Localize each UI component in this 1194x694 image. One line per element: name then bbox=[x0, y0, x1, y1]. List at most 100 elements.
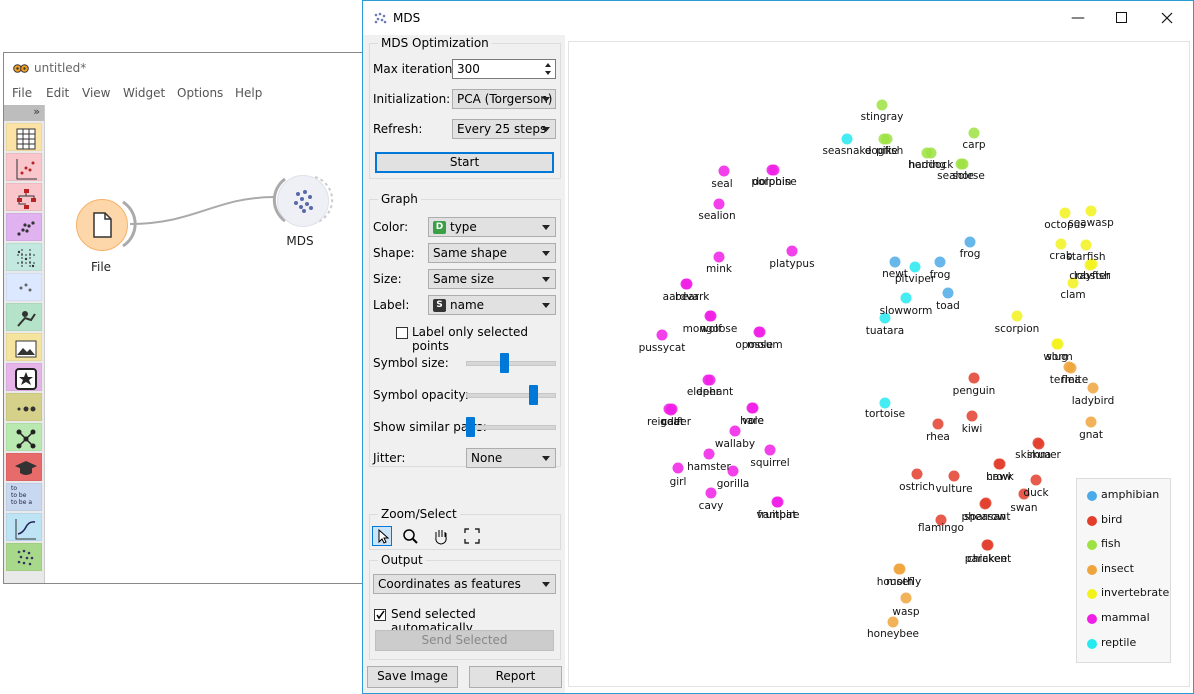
toolbox-category-timeseries[interactable] bbox=[6, 513, 42, 541]
point-seawasp[interactable] bbox=[1085, 205, 1097, 217]
point-squirrel[interactable] bbox=[764, 444, 776, 456]
toolbox-category-dots[interactable] bbox=[6, 393, 42, 421]
point-slowworm[interactable] bbox=[900, 292, 912, 304]
toolbox-category-scatter-dots[interactable] bbox=[6, 213, 42, 241]
label-only-selected-checkbox[interactable] bbox=[396, 327, 408, 339]
point-tortoise[interactable] bbox=[879, 397, 891, 409]
refresh-dropdown[interactable]: Every 25 steps bbox=[452, 119, 556, 139]
point-vampire[interactable] bbox=[772, 496, 784, 508]
output-dropdown[interactable]: Coordinates as features bbox=[373, 574, 556, 594]
point-wasp[interactable] bbox=[900, 592, 912, 604]
mds-titlebar[interactable]: MDS — bbox=[363, 1, 1193, 35]
toolbox-category-education[interactable] bbox=[6, 453, 42, 481]
toolbox-category-text[interactable]: to to be to be a bbox=[6, 483, 42, 511]
show-similar-slider[interactable] bbox=[466, 425, 556, 430]
point-penguin[interactable] bbox=[968, 372, 980, 384]
select-tool-button[interactable] bbox=[372, 526, 392, 546]
point-bear[interactable] bbox=[681, 278, 693, 290]
point-crab[interactable] bbox=[1055, 238, 1067, 250]
point-platypus[interactable] bbox=[786, 245, 798, 257]
menu-widget[interactable]: Widget bbox=[123, 86, 165, 100]
close-button[interactable] bbox=[1145, 5, 1189, 31]
mds-widget-node[interactable] bbox=[277, 175, 329, 227]
orange-canvas-window[interactable]: untitled* File Edit View Widget Options … bbox=[3, 52, 365, 584]
toolbox-category-tree[interactable] bbox=[6, 183, 42, 211]
initialization-dropdown[interactable]: PCA (Torgerson) bbox=[452, 89, 556, 109]
send-selected-button[interactable]: Send Selected bbox=[375, 630, 554, 651]
shape-dropdown[interactable]: Same shape bbox=[428, 243, 556, 263]
mds-window[interactable]: MDS — MDS Optimization Max iterations: 3… bbox=[362, 0, 1194, 694]
save-image-button[interactable]: Save Image bbox=[367, 666, 458, 688]
point-moth[interactable] bbox=[894, 563, 906, 575]
toolbox-category-network[interactable] bbox=[6, 423, 42, 451]
point-scorpion[interactable] bbox=[1011, 310, 1023, 322]
report-button[interactable]: Report bbox=[469, 666, 562, 688]
point-chicken[interactable] bbox=[981, 539, 993, 551]
point-elephant[interactable] bbox=[704, 374, 716, 386]
point-starfish[interactable] bbox=[1080, 239, 1092, 251]
point-ladybird[interactable] bbox=[1087, 382, 1099, 394]
point-pike[interactable] bbox=[881, 133, 893, 145]
toolbox-category-grid[interactable] bbox=[6, 243, 42, 271]
point-toad[interactable] bbox=[942, 287, 954, 299]
toolbox-category-sparkle[interactable] bbox=[6, 273, 42, 301]
file-mds-link[interactable] bbox=[129, 196, 276, 225]
point-porpoise[interactable] bbox=[768, 164, 780, 176]
point-frog[interactable] bbox=[934, 256, 946, 268]
point-calf[interactable] bbox=[665, 404, 677, 416]
point-duck[interactable] bbox=[1030, 474, 1042, 486]
point-frog[interactable] bbox=[964, 236, 976, 248]
point-honeybee[interactable] bbox=[887, 616, 899, 628]
point-girl[interactable] bbox=[672, 462, 684, 474]
point-sole[interactable] bbox=[957, 158, 969, 170]
zoom-tool-button[interactable] bbox=[400, 526, 420, 546]
max-iterations-spinbox[interactable]: 300 bbox=[452, 59, 556, 79]
point-mole[interactable] bbox=[754, 326, 766, 338]
jitter-dropdown[interactable]: None bbox=[466, 448, 556, 468]
menu-edit[interactable]: Edit bbox=[46, 86, 69, 100]
point-wallaby[interactable] bbox=[729, 425, 741, 437]
menu-file[interactable]: File bbox=[12, 86, 32, 100]
maximize-button[interactable] bbox=[1100, 5, 1144, 31]
file-widget-node[interactable] bbox=[76, 199, 128, 251]
menu-view[interactable]: View bbox=[82, 86, 110, 100]
point-sealion[interactable] bbox=[713, 198, 725, 210]
toolbox-category-spots[interactable] bbox=[6, 543, 42, 571]
point-ostrich[interactable] bbox=[911, 468, 923, 480]
toolbox-category-scatter[interactable] bbox=[6, 153, 42, 181]
point-stingray[interactable] bbox=[876, 99, 888, 111]
symbol-size-slider[interactable] bbox=[466, 361, 556, 366]
point-sparrow[interactable] bbox=[979, 498, 991, 510]
spinbox-arrows-icon[interactable] bbox=[543, 61, 553, 77]
toolbox-collapse-button[interactable]: » bbox=[4, 105, 44, 121]
symbol-opacity-handle[interactable] bbox=[529, 385, 539, 405]
point-newt[interactable] bbox=[889, 256, 901, 268]
toolbox-category-table[interactable] bbox=[6, 123, 42, 151]
point-herring[interactable] bbox=[921, 147, 933, 159]
point-gnat[interactable] bbox=[1085, 416, 1097, 428]
color-dropdown[interactable]: Dtype bbox=[428, 217, 556, 237]
point-crow[interactable] bbox=[993, 458, 1005, 470]
toolbox-category-explore[interactable] bbox=[6, 303, 42, 331]
toolbox-category-star[interactable] bbox=[6, 363, 42, 391]
label-dropdown[interactable]: Sname bbox=[428, 295, 556, 315]
point-mink[interactable] bbox=[713, 251, 725, 263]
symbol-opacity-slider[interactable] bbox=[466, 393, 556, 398]
start-button[interactable]: Start bbox=[375, 152, 554, 173]
point-kiwi[interactable] bbox=[966, 410, 978, 422]
point-flea[interactable] bbox=[1065, 362, 1077, 374]
reset-zoom-button[interactable] bbox=[462, 526, 482, 546]
point-pussycat[interactable] bbox=[656, 329, 668, 341]
point-cavy[interactable] bbox=[705, 487, 717, 499]
toolbox-category-image[interactable] bbox=[6, 333, 42, 361]
point-skua[interactable] bbox=[1033, 438, 1045, 450]
orange-titlebar[interactable]: untitled* bbox=[4, 53, 364, 83]
point-rhea[interactable] bbox=[932, 418, 944, 430]
point-vole[interactable] bbox=[747, 402, 759, 414]
point-carp[interactable] bbox=[968, 127, 980, 139]
pan-tool-button[interactable] bbox=[430, 526, 450, 546]
menu-options[interactable]: Options bbox=[177, 86, 223, 100]
point-hamster[interactable] bbox=[703, 448, 715, 460]
workflow-canvas[interactable]: File MDS bbox=[45, 105, 364, 583]
symbol-size-handle[interactable] bbox=[499, 353, 509, 373]
